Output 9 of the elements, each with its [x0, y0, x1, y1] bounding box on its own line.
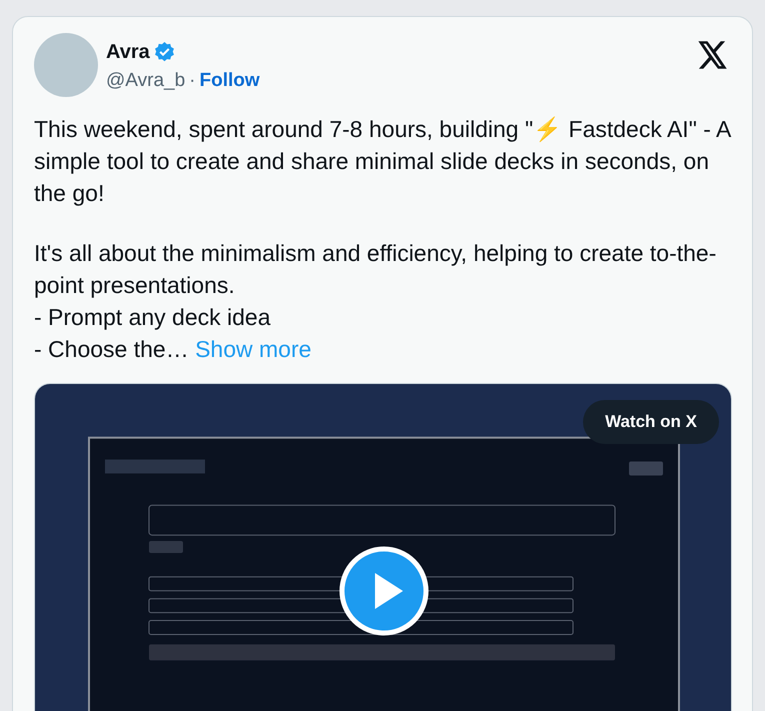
post-text: It's all about the minimalism and efficiency, helping to create to-the-point presentations. - Prompt any deck idea - Choose the… Show more — [34, 239, 718, 364]
post-text: This weekend, spent around 7-8 hours, building "⚡ Fastdeck AI" - A simple tool to create and share minimal slide decks in seconds, on the go! — [34, 115, 732, 208]
play-button[interactable] — [339, 546, 429, 636]
follow-link[interactable]: Follow — [199, 67, 260, 96]
separator: · — [189, 69, 196, 93]
watch-button[interactable]: Watch on X — [583, 400, 719, 444]
x-logo-icon[interactable] — [698, 41, 728, 69]
author-handle[interactable]: @Avra_b — [106, 67, 186, 96]
author-name[interactable]: Avra — [106, 37, 150, 67]
